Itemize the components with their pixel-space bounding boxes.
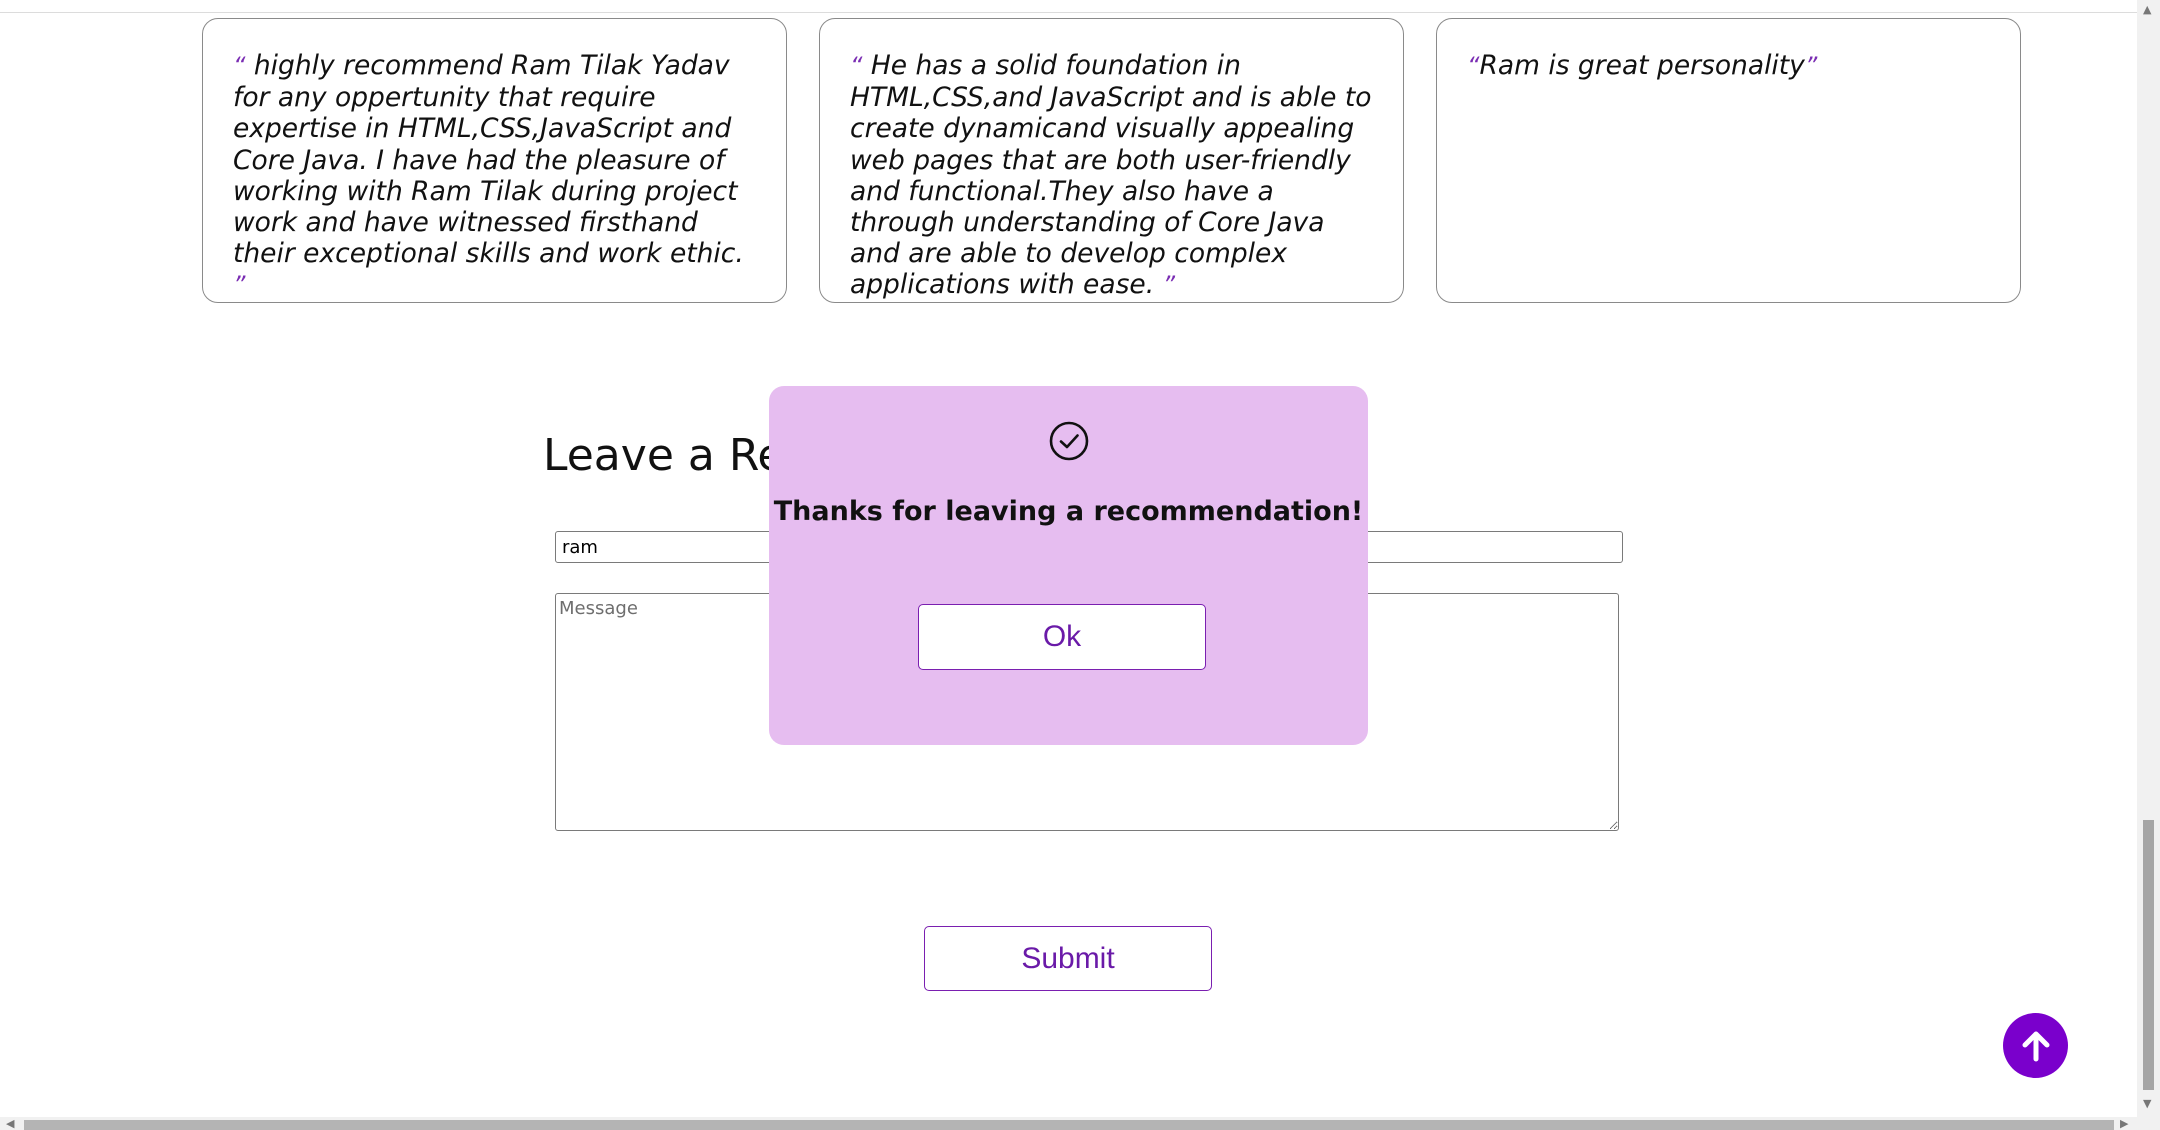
recommendation-card: “ He has a solid foundation in HTML,CSS,… [819,18,1404,303]
modal-message: Thanks for leaving a recommendation! [773,496,1364,527]
arrow-up-icon [2022,1031,2049,1061]
recommendation-card: “Ram is great personality” [1436,18,2021,303]
scroll-down-arrow-icon[interactable]: ▼ [2143,1098,2151,1109]
submit-button[interactable]: Submit [924,926,1212,991]
top-divider [0,12,2137,13]
close-quote: ” [1162,271,1175,300]
open-quote: “ [233,52,246,80]
check-circle-icon [1049,421,1089,461]
horizontal-scroll-thumb[interactable] [24,1120,2114,1130]
recommendation-text: He has a solid foundation in HTML,CSS,an… [850,50,1372,301]
vertical-scrollbar[interactable]: ▲ ▼ [2137,0,2160,1130]
open-quote: “ [850,52,863,80]
open-quote: “ [1467,52,1480,80]
back-to-top-button[interactable] [2003,1013,2068,1078]
scroll-up-arrow-icon[interactable]: ▲ [2143,4,2151,15]
recommendation-text: highly recommend Ram Tilak Yadav for any… [233,50,744,270]
ok-button[interactable]: Ok [918,604,1206,670]
vertical-scroll-thumb[interactable] [2143,820,2154,1090]
close-quote: ” [1804,52,1818,80]
confirmation-modal: Thanks for leaving a recommendation! Ok [769,386,1368,745]
horizontal-scrollbar[interactable]: ◀ ▶ [0,1117,2137,1130]
recommendation-text: Ram is great personality [1479,50,1805,81]
close-quote: ” [233,271,246,300]
scroll-left-arrow-icon[interactable]: ◀ [6,1118,14,1129]
scroll-right-arrow-icon[interactable]: ▶ [2120,1118,2128,1129]
recommendation-card: “ highly recommend Ram Tilak Yadav for a… [202,18,787,303]
page: “ highly recommend Ram Tilak Yadav for a… [0,0,2160,1130]
